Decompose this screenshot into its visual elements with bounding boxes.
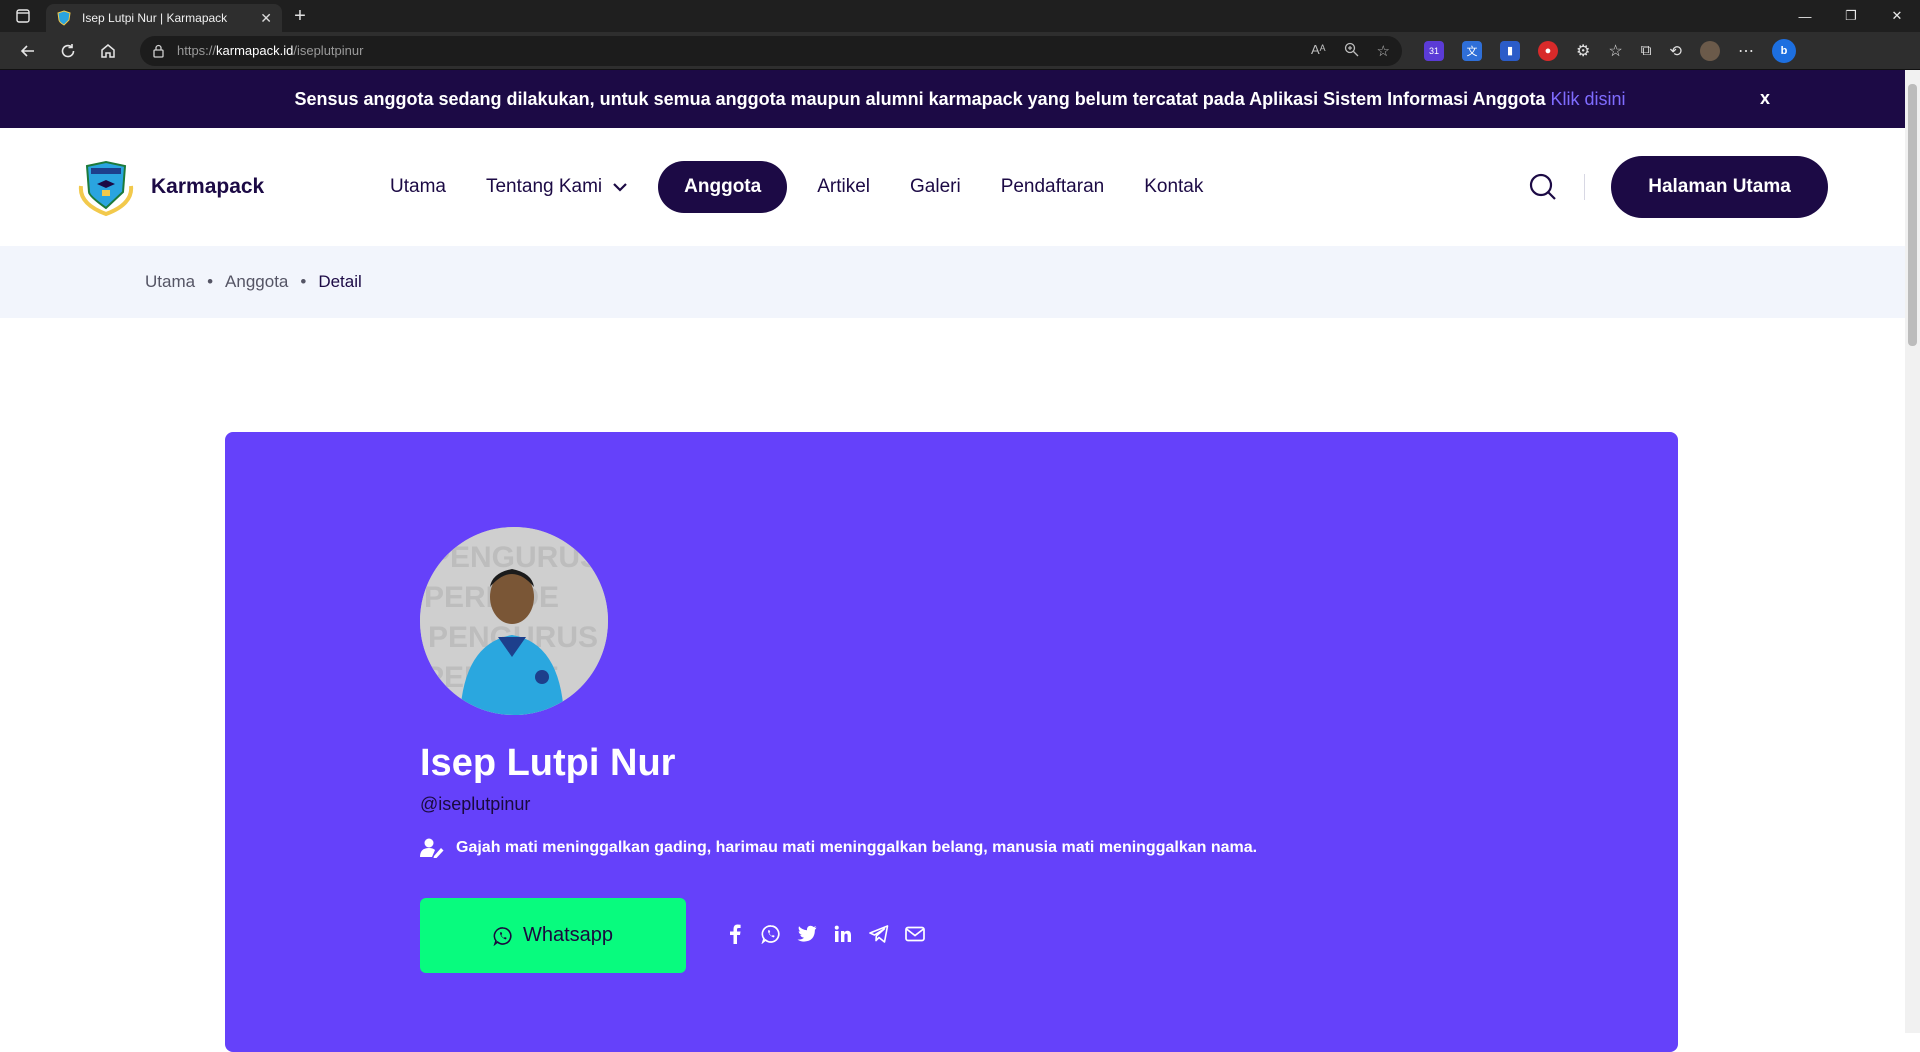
whatsapp-icon <box>493 926 513 946</box>
whatsapp-label: Whatsapp <box>522 924 614 946</box>
browser-toolbar: https://karmapack.id/iseplutpinur Aᴬ ☆ 3… <box>0 32 1920 70</box>
profile-card: PENGURUS PERIODE PENGURUS PERIODE Isep L… <box>225 432 1678 1052</box>
more-menu-icon[interactable]: ⋯ <box>1738 41 1754 61</box>
nav-item-kontak[interactable]: Kontak <box>1124 176 1223 198</box>
nav-item-artikel[interactable]: Artikel <box>797 176 890 198</box>
tab-title: Isep Lutpi Nur | Karmapack <box>82 11 228 25</box>
page-scrollbar[interactable] <box>1905 70 1920 1033</box>
breadcrumb: Utama • Anggota • Detail <box>0 246 1920 318</box>
nav-label: Utama <box>390 176 446 197</box>
nav-item-utama[interactable]: Utama <box>370 176 466 198</box>
scrollbar-thumb[interactable] <box>1908 84 1917 346</box>
bio-text: Gajah mati meninggalkan gading, harimau … <box>456 839 1258 856</box>
close-window-icon[interactable]: ✕ <box>1874 0 1920 32</box>
restore-icon[interactable]: ❐ <box>1828 0 1874 32</box>
telegram-icon[interactable] <box>869 924 889 944</box>
nav-item-pendaftaran[interactable]: Pendaftaran <box>981 176 1125 198</box>
avatar: PENGURUS PERIODE PENGURUS PERIODE <box>420 527 608 715</box>
url-path: /iseplutpinur <box>293 43 364 58</box>
minimize-icon[interactable]: — <box>1782 0 1828 32</box>
nav-label: Tentang Kami <box>485 176 603 197</box>
address-bar[interactable]: https://karmapack.id/iseplutpinur Aᴬ ☆ <box>140 35 1402 66</box>
chevron-down-icon <box>612 182 628 192</box>
breadcrumb-separator: • <box>207 272 214 291</box>
nav-label: Galeri <box>910 176 961 197</box>
halaman-utama-button[interactable]: Halaman Utama <box>1611 156 1828 218</box>
refresh-icon[interactable] <box>48 36 88 66</box>
browser-titlebar: Isep Lutpi Nur | Karmapack ✕ + — ❐ ✕ <box>0 0 1920 32</box>
lock-icon[interactable] <box>152 44 165 58</box>
announcement-banner: Sensus anggota sedang dilakukan, untuk s… <box>0 70 1920 128</box>
whatsapp-share-icon[interactable] <box>761 924 781 944</box>
read-aloud-icon[interactable]: Aᴬ <box>1311 42 1326 60</box>
email-icon[interactable] <box>905 924 925 944</box>
facebook-icon[interactable] <box>725 924 745 944</box>
nav-item-galeri[interactable]: Galeri <box>890 176 981 198</box>
breadcrumb-separator: • <box>300 272 307 291</box>
user-edit-icon <box>420 838 444 858</box>
url-text[interactable]: https://karmapack.id/iseplutpinur <box>177 43 1299 58</box>
new-tab-icon[interactable]: + <box>282 0 318 32</box>
close-tab-icon[interactable]: ✕ <box>260 10 272 27</box>
nav-item-tentang-kami[interactable]: Tentang Kami <box>466 176 648 198</box>
profile-handle: @iseplutpinur <box>420 794 531 814</box>
nav-label: Kontak <box>1144 176 1204 197</box>
profile-bio: Gajah mati meninggalkan gading, harimau … <box>420 838 1257 858</box>
calendar-extension-icon[interactable]: 31 <box>1424 40 1444 61</box>
collections-icon[interactable]: ⧉ <box>1641 42 1652 59</box>
karmapack-favicon-icon <box>56 10 72 26</box>
profile-avatar-icon[interactable] <box>1699 40 1720 61</box>
breadcrumb-utama[interactable]: Utama <box>145 272 195 292</box>
main-menu: Utama Tentang Kami Anggota Artikel Galer… <box>370 161 1223 213</box>
nav-label: Artikel <box>817 176 870 197</box>
site-navbar: Karmapack Utama Tentang Kami Anggota Art… <box>0 128 1920 246</box>
linkedin-icon[interactable] <box>833 924 853 944</box>
brand[interactable]: Karmapack <box>75 156 370 218</box>
banner-message: Sensus anggota sedang dilakukan, untuk s… <box>294 88 1546 109</box>
banner-link[interactable]: Klik disini <box>1550 89 1625 110</box>
nav-item-anggota[interactable]: Anggota <box>658 161 788 213</box>
svg-text:PENGURUS: PENGURUS <box>430 541 600 574</box>
bookmark-extension-icon[interactable]: ▮ <box>1500 40 1520 61</box>
home-icon[interactable] <box>88 36 128 66</box>
search-icon[interactable] <box>1528 172 1558 202</box>
window-controls: — ❐ ✕ <box>1782 0 1920 32</box>
extensions-icon[interactable]: ⚙ <box>1576 41 1590 61</box>
favorites-icon[interactable]: ☆ <box>1608 41 1622 61</box>
brand-name: Karmapack <box>151 175 265 198</box>
record-extension-icon[interactable]: ● <box>1538 40 1558 61</box>
add-favorite-icon[interactable]: ☆ <box>1377 42 1390 60</box>
history-icon[interactable]: ⟲ <box>1669 42 1682 60</box>
twitter-icon[interactable] <box>797 924 817 944</box>
back-icon[interactable] <box>8 36 48 66</box>
social-links <box>725 924 925 944</box>
url-host: karmapack.id <box>216 43 294 58</box>
url-scheme: https:// <box>177 43 217 58</box>
banner-close-button[interactable]: x <box>1760 88 1770 109</box>
nav-divider <box>1584 174 1585 200</box>
nav-label: Anggota <box>684 176 762 197</box>
profile-name: Isep Lutpi Nur <box>420 742 676 784</box>
karmapack-logo-icon <box>75 156 137 218</box>
breadcrumb-anggota[interactable]: Anggota <box>225 272 288 292</box>
bing-copilot-icon[interactable]: b <box>1771 38 1796 63</box>
whatsapp-button[interactable]: Whatsapp <box>420 898 686 973</box>
tab-actions-icon[interactable] <box>0 0 46 32</box>
translate-extension-icon[interactable]: 文 <box>1462 40 1482 61</box>
breadcrumb-detail: Detail <box>318 272 362 291</box>
nav-label: Pendaftaran <box>1000 176 1105 197</box>
zoom-icon[interactable] <box>1344 42 1359 60</box>
browser-tab[interactable]: Isep Lutpi Nur | Karmapack ✕ <box>46 4 282 32</box>
